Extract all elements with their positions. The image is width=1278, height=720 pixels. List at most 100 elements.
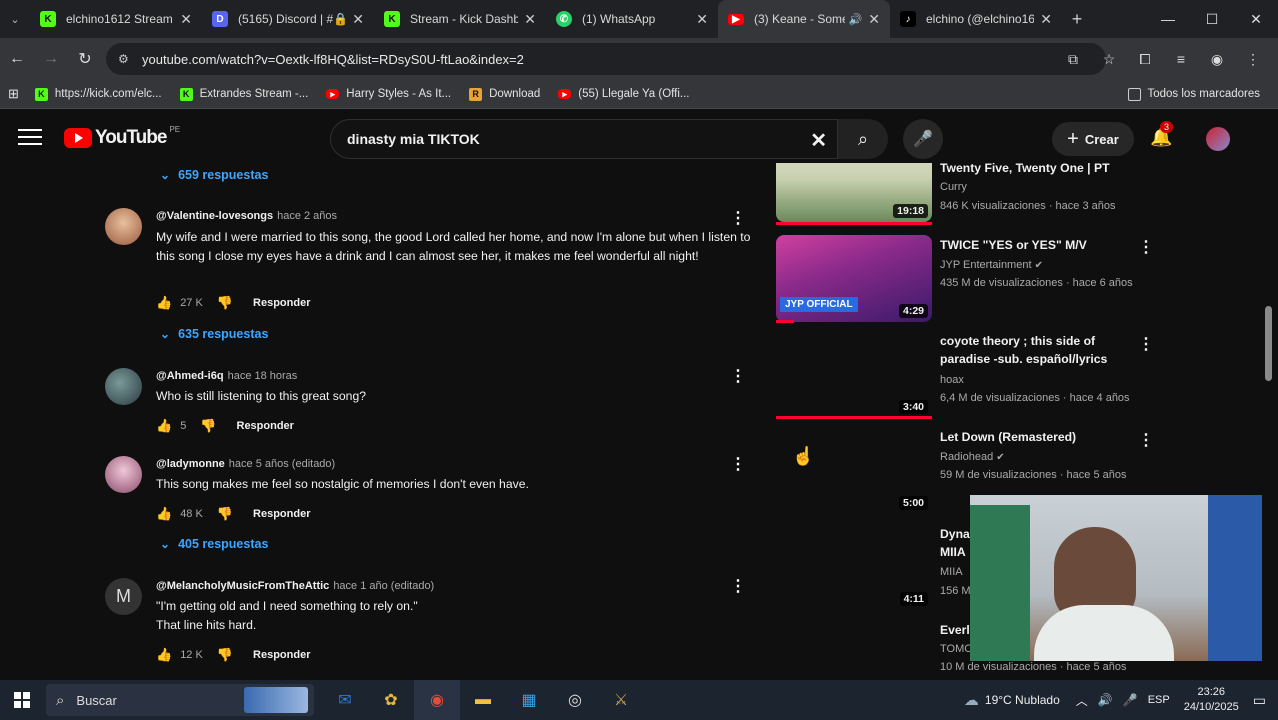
comment-time[interactable]: hace 5 años (editado) [229,458,335,470]
comment-menu-icon[interactable]: ⋮ [730,454,746,474]
reload-icon[interactable]: ↻ [68,42,102,76]
voice-search-button[interactable]: 🎤 [903,119,943,159]
volume-icon[interactable]: 🔊 [1098,693,1113,707]
video-menu-icon[interactable]: ⋮ [1138,237,1154,257]
comment-menu-icon[interactable]: ⋮ [730,208,746,228]
language-indicator[interactable]: ESP [1148,694,1170,706]
comment-time[interactable]: hace 2 años [277,210,337,222]
video-thumbnail[interactable]: 4:11 [776,523,932,610]
comment-time[interactable]: hace 18 horas [228,370,298,382]
bookmark-item[interactable]: Khttps://kick.com/elc... [34,87,162,101]
back-icon[interactable]: ← [0,42,34,76]
tab-kick-stream[interactable]: K elchino1612 Stream - ✕ [30,0,202,38]
replies-toggle[interactable]: ⌄ 659 respuestas [160,168,268,182]
bookmark-item[interactable]: K Extrandes Stream -... [179,87,308,101]
video-menu-icon[interactable]: ⋮ [1138,430,1154,450]
replies-toggle[interactable]: ⌄ 405 respuestas [160,537,268,551]
hamburger-menu-icon[interactable] [18,129,42,147]
new-tab-button[interactable]: + [1062,0,1092,38]
video-title[interactable]: Twenty Five, Twenty One | PT [940,163,1130,177]
tab-search-button[interactable]: ⌄ [0,0,30,38]
speaker-icon[interactable]: 🔊 [849,13,863,26]
extensions-icon[interactable]: ⧠ [1130,42,1160,76]
install-app-icon[interactable]: ⧉ [1058,42,1088,76]
profile-icon[interactable]: ◉ [1202,42,1232,76]
close-tab-icon[interactable]: ✕ [868,11,880,28]
youtube-logo[interactable]: YouTube PE [64,125,180,149]
taskbar-search[interactable]: ⌕ Buscar [46,684,314,716]
channel-name[interactable]: Curry [940,181,967,193]
microphone-icon[interactable]: 🎤 [1123,693,1138,707]
menu-kebab-icon[interactable]: ⋮ [1238,42,1268,76]
comment-author[interactable]: @MelancholyMusicFromTheAttic [156,580,329,592]
notification-center-icon[interactable]: ▭ [1253,692,1266,709]
channel-name[interactable]: Radiohead [940,451,993,463]
dislike-icon[interactable]: 👎 [217,506,233,522]
like-icon[interactable]: 👍 [156,295,172,311]
like-icon[interactable]: 👍 [156,647,172,663]
close-tab-icon[interactable]: ✕ [696,11,708,28]
windows-start-icon[interactable] [0,680,44,720]
file-explorer-icon[interactable]: ▬ [460,680,506,720]
all-bookmarks[interactable]: Todos los marcadores [1127,87,1260,101]
channel-name[interactable]: JYP Entertainment [940,259,1032,271]
tab-discord[interactable]: D (5165) Discord | #🔒 ✕ [202,0,374,38]
league-icon[interactable]: ⚔ [598,680,644,720]
video-thumbnail[interactable]: 3:40 [776,331,932,418]
weather-text[interactable]: 19°C Nublado [985,693,1060,707]
create-button[interactable]: + Crear [1052,122,1134,156]
close-tab-icon[interactable]: ✕ [524,11,536,28]
page-scrollbar[interactable] [1262,163,1278,680]
dislike-icon[interactable]: 👎 [217,295,233,311]
dislike-icon[interactable]: 👎 [200,418,216,434]
reply-button[interactable]: Responder [253,508,310,520]
obs-icon[interactable]: ◎ [552,680,598,720]
site-info-icon[interactable]: ⚙ [118,52,142,66]
chevron-up-icon[interactable]: ︿ [1076,692,1088,709]
forward-icon[interactable]: → [34,42,68,76]
channel-name[interactable]: TOMO [940,643,973,655]
bookmark-item[interactable]: R Download [469,87,540,101]
search-input[interactable]: dinasty mia TIKTOK ✕ [330,119,838,159]
channel-name[interactable]: MIIA [940,566,963,578]
close-tab-icon[interactable]: ✕ [180,11,192,28]
outlook-icon[interactable]: ✉ [322,680,368,720]
close-window-icon[interactable]: ✕ [1234,0,1278,38]
close-tab-icon[interactable]: ✕ [1040,11,1052,28]
comment-author[interactable]: @ladymonne [156,458,225,470]
video-thumbnail[interactable]: 19:18 [776,163,932,222]
replies-toggle[interactable]: ⌄ 635 respuestas [160,327,268,341]
video-thumbnail[interactable]: 5:00 [776,427,932,514]
bookmark-star-icon[interactable]: ☆ [1094,42,1124,76]
minimize-icon[interactable]: — [1146,0,1190,38]
comment-author[interactable]: @Valentine-lovesongs [156,210,273,222]
channel-name[interactable]: hoax [940,374,964,386]
maximize-icon[interactable]: ☐ [1190,0,1234,38]
avatar[interactable] [105,208,142,245]
avatar[interactable] [105,368,142,405]
reply-button[interactable]: Responder [237,420,294,432]
scrollbar-thumb[interactable] [1265,306,1272,381]
tab-kick-dashboard[interactable]: K Stream - Kick Dashbo ✕ [374,0,546,38]
store-icon[interactable]: ▦ [506,680,552,720]
chrome-icon[interactable]: ◉ [414,680,460,720]
tab-whatsapp[interactable]: ✆ (1) WhatsApp ✕ [546,0,718,38]
tab-youtube[interactable]: ▶ (3) Keane - Some 🔊 ✕ [718,0,890,38]
avatar[interactable]: M [105,578,142,615]
comment-menu-icon[interactable]: ⋮ [730,366,746,386]
url-bar[interactable]: ⚙ youtube.com/watch?v=Oextk-lf8HQ&list=R… [106,43,1106,75]
video-thumbnail[interactable]: JYP OFFICIAL 4:29 [776,235,932,322]
clear-search-icon[interactable]: ✕ [810,128,827,153]
comment-author[interactable]: @Ahmed-i6q [156,370,224,382]
bookmark-item[interactable]: ▸ Harry Styles - As It... [326,88,451,100]
video-title[interactable]: TWICE "YES or YES" M/V [940,236,1130,254]
dislike-icon[interactable]: 👎 [217,647,233,663]
account-avatar[interactable] [1206,127,1230,151]
comment-menu-icon[interactable]: ⋮ [730,576,746,596]
comment-time[interactable]: hace 1 año (editado) [333,580,434,592]
reply-button[interactable]: Responder [253,649,310,661]
media-control-icon[interactable]: ≡ [1166,42,1196,76]
avatar[interactable] [105,456,142,493]
app-icon[interactable]: ✿ [368,680,414,720]
like-icon[interactable]: 👍 [156,506,172,522]
